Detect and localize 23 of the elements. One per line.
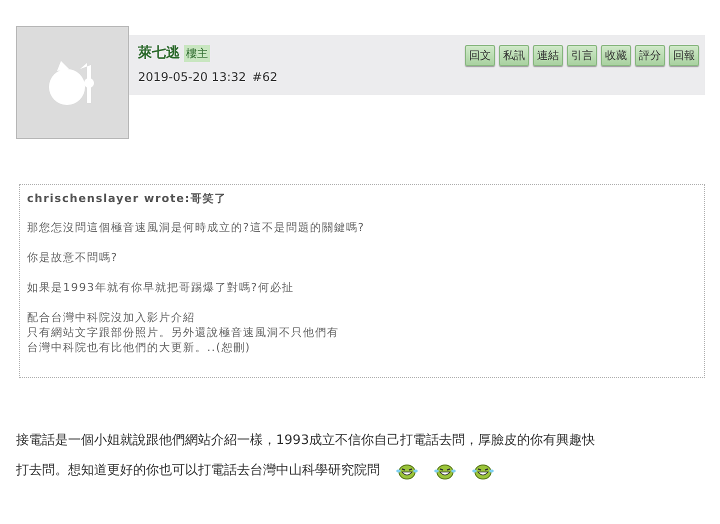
post-action-button[interactable]: 私訊: [499, 45, 529, 66]
author-name[interactable]: 萊七逃: [138, 44, 180, 62]
post-action-button[interactable]: 評分: [635, 45, 665, 66]
quote-text: 如果是1993年就有你早就把哥踢爆了對嗎?何必扯: [27, 280, 295, 295]
floor-number: #62: [252, 70, 278, 84]
quote-text: 你是故意不問嗎?: [27, 250, 119, 265]
quote-text: 台灣中科院也有比他們的大更新。..(恕刪): [27, 340, 252, 355]
post-action-button[interactable]: 回文: [465, 45, 495, 66]
post-text: 打去問。想知道更好的你也可以打電話去台灣中山科學研究院問: [16, 462, 380, 480]
post-action-button[interactable]: 引言: [567, 45, 597, 66]
laughing-emoticon-icon: [472, 462, 494, 480]
post-action-button[interactable]: 連結: [533, 45, 563, 66]
quote-text: 那您怎沒問這個極音速風洞是何時成立的?這不是問題的關鍵嗎?: [27, 220, 366, 235]
quote-text: 只有網站文字跟部份照片。另外還說極音速風洞不只他們有: [27, 325, 340, 340]
owner-badge: 樓主: [184, 44, 210, 62]
post-action-button[interactable]: 回報: [669, 45, 699, 66]
quote-text: 配合台灣中科院沒加入影片介紹: [27, 310, 196, 325]
laughing-emoticon-icon: [396, 462, 418, 480]
post-text: 接電話是一個小姐就說跟他們網站介紹一樣，1993成立不信你自己打電話去問，厚臉皮的你有興趣快: [16, 432, 596, 450]
laughing-emoticon-icon: [434, 462, 456, 480]
post-timestamp: 2019-05-20 13:32: [138, 70, 246, 84]
quote-header: chrischenslayer wrote:哥笑了: [27, 191, 228, 206]
post-action-button[interactable]: 收藏: [601, 45, 631, 66]
